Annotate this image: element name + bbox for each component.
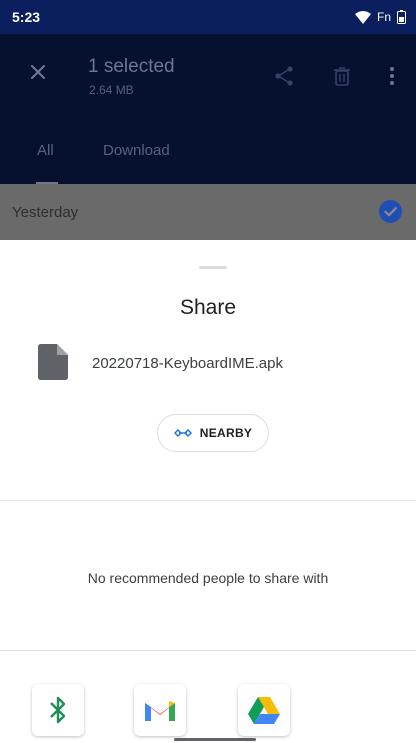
share-sheet: Share 20220718-KeyboardIME.apk NEARBY No… [0,240,416,743]
nearby-label: NEARBY [199,426,253,440]
nearby-share-button[interactable]: NEARBY [157,414,269,452]
tab-download[interactable]: Download [103,142,170,159]
share-target-bluetooth[interactable] [32,684,84,736]
tab-bar: All Download [0,130,416,184]
status-icons: Fn [354,10,406,24]
section-header-row: Yesterday [0,184,416,240]
selection-size: 2.64 MB [89,83,134,97]
battery-icon [397,10,406,24]
network-label: Fn [376,10,391,24]
gesture-nav-bar[interactable] [174,738,256,741]
nearby-icon [173,429,192,437]
bluetooth-icon [50,696,66,724]
status-bar: 5:23 Fn [0,0,416,34]
more-vert-icon[interactable] [380,64,404,88]
status-time: 5:23 [12,9,41,25]
delete-icon[interactable] [330,64,354,88]
share-icon[interactable] [272,64,296,88]
google-drive-icon [248,697,280,724]
tab-all[interactable]: All [37,142,54,159]
selection-title: 1 selected [88,56,175,77]
share-title: Share [179,296,237,319]
drag-handle[interactable] [199,266,227,269]
file-icon [38,344,68,380]
wifi-icon [354,10,371,24]
divider [0,500,416,501]
share-target-gmail[interactable] [134,684,186,736]
close-icon[interactable] [26,60,50,84]
divider [0,650,416,651]
empty-recommendations: No recommended people to share with [87,570,329,586]
file-name: 20220718-KeyboardIME.apk [92,355,283,372]
gmail-icon [145,701,175,721]
select-check-icon[interactable] [379,200,402,223]
section-label: Yesterday [12,204,79,221]
share-target-drive[interactable] [238,684,290,736]
